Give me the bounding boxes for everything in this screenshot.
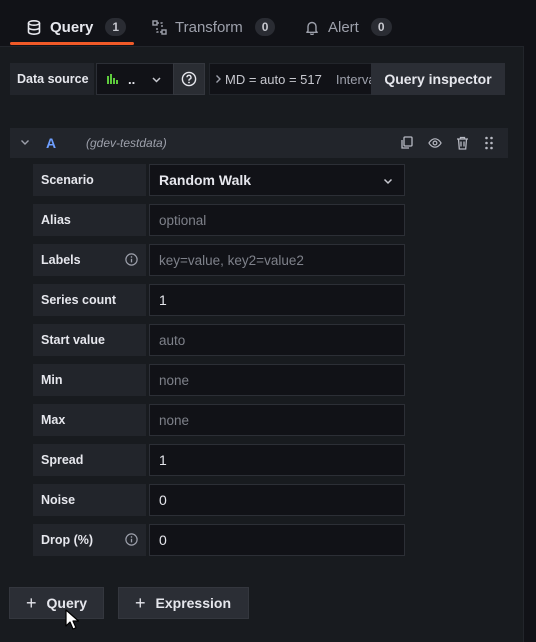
chevron-down-icon <box>382 174 394 186</box>
field-placeholder: none <box>159 372 190 388</box>
field-input[interactable]: none <box>149 404 405 436</box>
tab-transform-count: 0 <box>254 18 276 36</box>
field-label: Drop (%) <box>33 524 146 556</box>
collapse-chevron-icon[interactable] <box>10 136 40 150</box>
info-icon[interactable] <box>125 533 138 546</box>
field-label-text: Labels <box>41 253 81 267</box>
bell-icon <box>304 19 320 35</box>
tab-transform-label: Transform <box>175 18 243 36</box>
query-datasource-name: (gdev-testdata) <box>86 136 167 150</box>
chevron-down-icon <box>151 74 162 85</box>
active-tab-indicator <box>10 42 134 45</box>
editor-tabs: Query 1 Transform 0 Alert 0 <box>0 0 536 46</box>
field-placeholder: none <box>159 412 190 428</box>
field-value: 0 <box>159 492 167 508</box>
field-value: 1 <box>159 292 167 308</box>
field-label: Scenario <box>33 164 146 196</box>
query-ref-id[interactable]: A <box>40 135 86 151</box>
field-input[interactable]: optional <box>149 204 405 236</box>
datasource-picker-value: .. <box>128 71 136 87</box>
field-value: 0 <box>159 532 167 548</box>
database-icon <box>26 19 42 35</box>
duplicate-icon[interactable] <box>400 136 414 150</box>
field-input[interactable]: 1 <box>149 284 405 316</box>
add-expression-button[interactable]: + Expression <box>118 587 249 619</box>
field-input[interactable]: key=value, key2=value2 <box>149 244 405 276</box>
field-label-text: Max <box>41 413 66 427</box>
tab-query-count: 1 <box>105 18 127 36</box>
trash-icon[interactable] <box>456 136 470 150</box>
datasource-picker[interactable]: .. <box>96 63 178 95</box>
field-input[interactable]: 1 <box>149 444 405 476</box>
field-label: Noise <box>33 484 146 516</box>
field-value: 1 <box>159 452 167 468</box>
field-label-text: Alias <box>41 213 71 227</box>
field-label: Alias <box>33 204 146 236</box>
field-placeholder: auto <box>159 332 186 348</box>
field-label: Labels <box>33 244 146 276</box>
field-label-text: Noise <box>41 493 76 507</box>
tab-alert[interactable]: Alert 0 <box>304 10 392 44</box>
query-options-md: MD = auto = 517 <box>225 71 322 87</box>
plus-icon: + <box>135 593 146 613</box>
transform-icon <box>151 19 167 35</box>
eye-icon[interactable] <box>428 136 442 150</box>
testdata-logo-icon <box>107 74 118 84</box>
field-label-text: Spread <box>41 453 84 467</box>
field-label-text: Start value <box>41 333 105 347</box>
field-label: Start value <box>33 324 146 356</box>
question-circle-icon <box>181 71 197 87</box>
field-placeholder: optional <box>159 212 207 228</box>
tab-alert-label: Alert <box>328 18 359 36</box>
add-expression-label: Expression <box>155 595 231 611</box>
plus-icon: + <box>26 593 37 613</box>
scenario-select[interactable]: Random Walk <box>149 164 405 196</box>
add-query-button[interactable]: + Query <box>9 587 104 619</box>
query-row-actions <box>400 136 508 150</box>
query-options-toggle[interactable]: MD = auto = 517 Interval = 2s <box>209 63 375 95</box>
field-input[interactable]: auto <box>149 324 405 356</box>
field-label-text: Scenario <box>41 173 94 187</box>
tab-query[interactable]: Query 1 <box>26 10 127 44</box>
field-label-text: Min <box>41 373 63 387</box>
field-label-text: Series count <box>41 293 117 307</box>
datasource-label: Data source <box>10 63 94 95</box>
field-label: Spread <box>33 444 146 476</box>
query-inspector-button[interactable]: Query inspector <box>371 63 505 95</box>
drag-handle-icon[interactable] <box>484 136 498 150</box>
tab-transform[interactable]: Transform 0 <box>151 10 276 44</box>
field-input[interactable]: 0 <box>149 484 405 516</box>
tab-alert-count: 0 <box>370 18 392 36</box>
tab-query-label: Query <box>50 18 94 36</box>
field-label: Series count <box>33 284 146 316</box>
field-label: Min <box>33 364 146 396</box>
query-row-header: A (gdev-testdata) <box>10 128 508 158</box>
field-label: Max <box>33 404 146 436</box>
query-options-interval: Interval = 2s <box>335 71 374 87</box>
chevron-right-icon <box>210 72 225 87</box>
info-icon[interactable] <box>125 253 138 266</box>
field-input[interactable]: 0 <box>149 524 405 556</box>
field-input[interactable]: none <box>149 364 405 396</box>
datasource-help-button[interactable] <box>173 63 205 95</box>
field-label-text: Drop (%) <box>41 533 94 547</box>
field-value: Random Walk <box>159 172 252 188</box>
mouse-cursor-icon <box>65 609 79 630</box>
field-placeholder: key=value, key2=value2 <box>159 252 304 268</box>
